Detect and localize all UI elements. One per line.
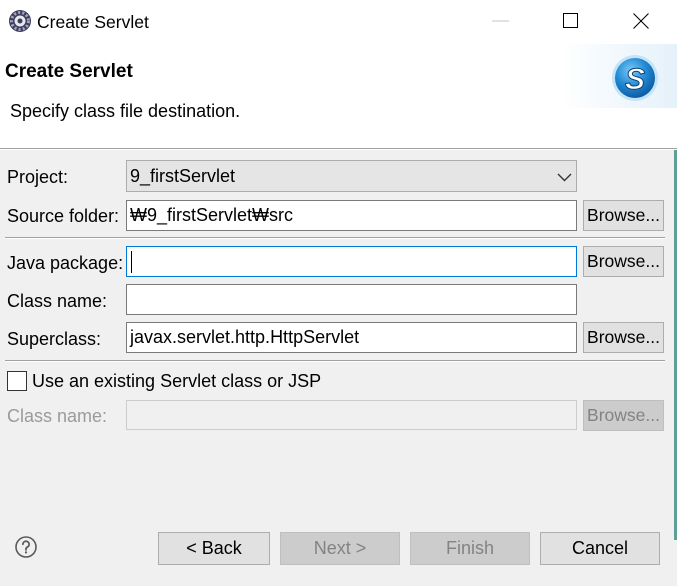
use-existing-label[interactable]: Use an existing Servlet class or JSP (32, 366, 321, 396)
finish-button: Finish (410, 532, 530, 565)
title-bar[interactable]: Create Servlet (0, 0, 677, 42)
source-folder-field[interactable]: ₩9_firstServlet₩src (126, 200, 577, 231)
create-servlet-dialog: Create Servlet Create Servlet Specify cl… (0, 0, 677, 586)
maximize-button[interactable] (535, 0, 605, 42)
superclass-label: Superclass: (7, 329, 102, 349)
superclass-value: javax.servlet.http.HttpServlet (130, 327, 360, 347)
text-caret (131, 251, 132, 273)
class-name-field[interactable] (126, 284, 577, 315)
banner-letter: S (625, 63, 645, 96)
source-folder-label: Source folder: (7, 206, 120, 226)
close-button[interactable] (605, 0, 677, 42)
chevron-down-icon (557, 173, 572, 182)
existing-class-browse-button: Browse... (583, 400, 664, 431)
existing-class-name-label: Class name: (7, 406, 108, 426)
minimize-icon (492, 20, 509, 22)
superclass-field[interactable]: javax.servlet.http.HttpServlet (126, 322, 577, 353)
help-icon[interactable] (14, 535, 38, 559)
java-package-browse-button[interactable]: Browse... (583, 246, 664, 277)
source-folder-browse-button[interactable]: Browse... (583, 200, 664, 231)
form-separator (5, 237, 665, 239)
wizard-header: Create Servlet Specify class file destin… (0, 42, 677, 148)
form-separator (5, 360, 665, 362)
next-button: Next > (280, 532, 400, 565)
project-value: 9_firstServlet (130, 166, 236, 186)
header-separator (0, 148, 677, 150)
class-name-label: Class name: (7, 291, 108, 311)
page-description: Specify class file destination. (10, 101, 241, 121)
cancel-button[interactable]: Cancel (540, 532, 660, 565)
close-icon (633, 13, 649, 29)
superclass-browse-button[interactable]: Browse... (583, 322, 664, 353)
source-folder-value: ₩9_firstServlet₩src (130, 205, 294, 225)
page-title: Create Servlet (5, 61, 133, 82)
existing-class-name-field (126, 400, 577, 430)
window-title: Create Servlet (37, 12, 149, 32)
java-package-field[interactable] (126, 246, 577, 277)
java-package-label: Java package: (7, 253, 124, 273)
project-combo[interactable]: 9_firstServlet (126, 160, 577, 192)
project-label: Project: (7, 167, 69, 187)
use-existing-checkbox[interactable] (7, 371, 27, 391)
minimize-button[interactable] (465, 0, 535, 42)
servlet-wizard-icon: S (600, 45, 677, 111)
maximize-icon (563, 13, 578, 28)
eclipse-gear-icon (8, 9, 32, 33)
back-button[interactable]: < Back (158, 532, 270, 565)
